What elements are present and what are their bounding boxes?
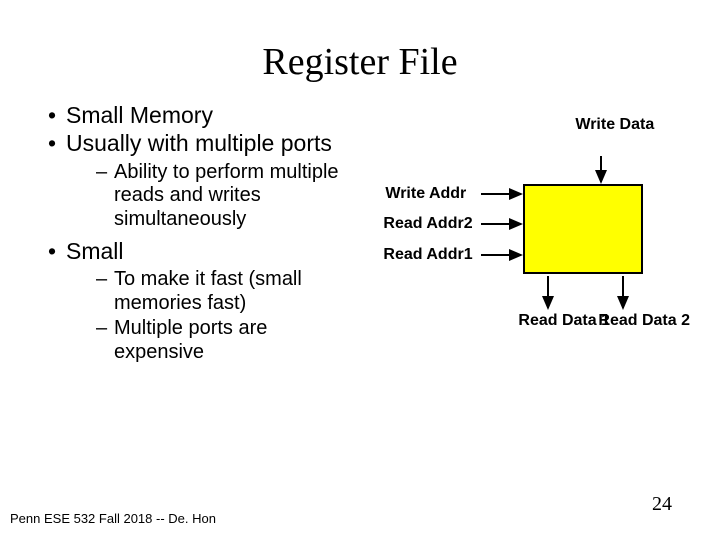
text-column: Small Memory Usually with multiple ports…	[30, 102, 353, 402]
bullet-text: Small	[66, 238, 124, 264]
diagram-arrows	[353, 122, 683, 372]
bullet-item: Usually with multiple ports Ability to p…	[48, 130, 353, 231]
sub-bullet-item: To make it fast (small memories fast)	[96, 268, 353, 315]
sub-bullet-list: Ability to perform multiple reads and wr…	[66, 161, 353, 232]
bullet-item: Small To make it fast (small memories fa…	[48, 238, 353, 365]
bullet-item: Small Memory	[48, 102, 353, 128]
register-file-diagram: Write Data Write Addr Read Addr2 Read Ad…	[353, 122, 690, 402]
slide-title: Register File	[30, 40, 690, 84]
sub-bullet-item: Multiple ports are expensive	[96, 317, 353, 364]
sub-bullet-item: Ability to perform multiple reads and wr…	[96, 161, 353, 232]
slide: Register File Small Memory Usually with …	[0, 0, 720, 540]
content-row: Small Memory Usually with multiple ports…	[30, 102, 690, 402]
bullet-text: Usually with multiple ports	[66, 130, 332, 156]
diagram-column: Write Data Write Addr Read Addr2 Read Ad…	[353, 102, 690, 402]
footer-text: Penn ESE 532 Fall 2018 -- De. Hon	[10, 511, 216, 526]
bullet-list: Small Memory Usually with multiple ports…	[30, 102, 353, 364]
sub-bullet-list: To make it fast (small memories fast) Mu…	[66, 268, 353, 364]
page-number: 24	[652, 493, 672, 516]
